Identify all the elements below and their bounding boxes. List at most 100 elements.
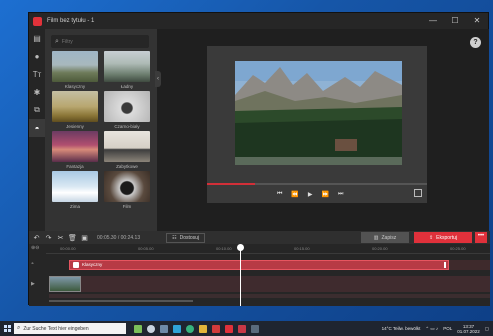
filter-grid: Klasyczny Ładny Jesienny Czarno-biały Fa…	[52, 51, 152, 211]
start-button[interactable]	[0, 321, 14, 336]
filter-tile[interactable]: Klasyczny	[52, 51, 98, 91]
skip-start-button[interactable]: ⏮	[277, 191, 282, 198]
ruler-tick: 00:00.00	[60, 246, 76, 251]
ruler-tick: 00:10.00	[216, 246, 232, 251]
filter-tile[interactable]: Film	[104, 171, 150, 211]
filter-thumbnail	[104, 91, 150, 122]
pinned-apps	[134, 324, 259, 333]
more-options-button[interactable]: •••	[475, 232, 487, 243]
taskbar: ⌕ Zur Suche Text hier eingeben 14°C Teil…	[0, 321, 493, 336]
filter-search[interactable]: ⌕	[51, 35, 149, 48]
timeline-scrollbar[interactable]	[49, 300, 193, 302]
redo-icon[interactable]: ↷	[44, 234, 53, 242]
tray-icons[interactable]: ⌃ ▭ ♪	[425, 326, 438, 332]
weather-text[interactable]: 14°C Teilw. bewölkt	[382, 326, 421, 331]
filter-tile[interactable]: Fantazja	[52, 131, 98, 171]
app-icon[interactable]	[251, 324, 259, 333]
help-button[interactable]: ?	[470, 37, 481, 48]
filter-label: Ładny	[120, 84, 134, 89]
time-ruler[interactable]: 00:00.00 00:05.00 00:10.00 00:15.00 00:2…	[46, 244, 490, 254]
filter-thumbnail	[104, 131, 150, 162]
filter-track-clip[interactable]: Klasyczny	[69, 260, 449, 270]
tool-rail: ▤ ● Tт ✱ ⧉ ◓	[29, 29, 45, 231]
app-icon[interactable]	[212, 324, 220, 333]
app-icon[interactable]	[238, 324, 246, 333]
sliders-icon: ☷	[172, 234, 177, 241]
transitions-icon[interactable]: ⧉	[29, 101, 45, 119]
search-icon: ⌕	[17, 325, 21, 331]
filter-label: Zima	[70, 204, 80, 209]
maximize-button[interactable]: ☐	[444, 13, 466, 29]
language-indicator[interactable]: POL	[443, 326, 452, 331]
playback-progress[interactable]	[207, 183, 427, 185]
cortana-icon[interactable]	[147, 324, 155, 333]
audio-track	[49, 294, 490, 298]
timeline: ⊕⊖ ◓ ▶ 00:00.00 00:05.00 00:10.00 00:15.…	[29, 244, 490, 306]
filter-label: Klasyczny	[64, 84, 86, 89]
video-editor-taskbar-icon[interactable]	[225, 324, 233, 333]
save-button[interactable]: ▥ Zapisz	[361, 232, 409, 243]
filter-label: Czarno-biały	[114, 124, 140, 129]
media-icon[interactable]: ▤	[29, 29, 45, 47]
filter-label: Zabytkowe	[116, 164, 138, 169]
undo-icon[interactable]: ↶	[32, 234, 41, 242]
taskbar-search[interactable]: ⌕ Zur Suche Text hier eingeben	[14, 323, 126, 334]
export-button[interactable]: ⇪ Eksportuj	[414, 232, 472, 243]
trim-handle[interactable]	[444, 262, 446, 268]
video-clip-thumbnail[interactable]	[49, 276, 81, 292]
clock[interactable]: 13:37 01.07.2022	[457, 324, 480, 334]
filter-thumbnail	[104, 51, 150, 82]
system-tray: 14°C Teilw. bewölkt ⌃ ▭ ♪ POL 13:37 01.0…	[382, 321, 489, 336]
edge-icon[interactable]	[186, 324, 194, 333]
collapse-panel-button[interactable]: ‹	[155, 71, 161, 87]
save-icon: ▥	[373, 234, 379, 241]
adjust-button[interactable]: ☷ Dostosuj	[166, 232, 206, 243]
zoom-icon[interactable]: ⊕⊖	[31, 245, 39, 251]
task-view-icon[interactable]	[160, 324, 168, 333]
fullscreen-icon[interactable]	[414, 189, 422, 197]
close-button[interactable]: ✕	[466, 13, 488, 29]
filter-label: Jesienny	[66, 124, 84, 129]
filter-thumbnail	[52, 131, 98, 162]
filter-tile[interactable]: Zima	[52, 171, 98, 211]
filter-label: Film	[122, 204, 132, 209]
skip-end-button[interactable]: ⏭	[338, 191, 343, 198]
ruler-tick: 00:20.00	[372, 246, 388, 251]
editor-window: Film bez tytułu - 1 — ☐ ✕ ▤ ● Tт ✱ ⧉ ◓ ⌕…	[28, 12, 490, 306]
filter-label: Fantazja	[66, 164, 84, 169]
player-controls: ⏮ ⏪ ▶ ⏩ ⏭	[277, 191, 343, 198]
delete-icon[interactable]: 🗑	[68, 234, 77, 242]
filter-tile[interactable]: Zabytkowe	[104, 131, 150, 171]
preview-frame	[235, 61, 402, 165]
properties-icon[interactable]: ▣	[80, 234, 89, 242]
ruler-tick: 00:05.00	[138, 246, 154, 251]
store-icon[interactable]	[173, 324, 181, 333]
minimize-button[interactable]: —	[422, 13, 444, 29]
filter-tile[interactable]: Czarno-biały	[104, 91, 150, 131]
save-label: Zapisz	[381, 234, 397, 241]
forward-button[interactable]: ⏩	[322, 191, 329, 198]
filters-icon[interactable]: ◓	[29, 119, 45, 137]
filter-badge-icon	[73, 262, 79, 268]
text-icon[interactable]: Tт	[29, 65, 45, 83]
circle-icon[interactable]: ●	[29, 47, 45, 65]
edit-toolbar: ↶ ↷ ✂ 🗑 ▣ 00:05.30 / 00:24.13 ☷ Dostosuj…	[29, 231, 490, 244]
filter-tile[interactable]: Jesienny	[52, 91, 98, 131]
filter-tile[interactable]: Ładny	[104, 51, 150, 91]
notifications-icon[interactable]: ▢	[485, 326, 489, 332]
filter-search-input[interactable]	[61, 38, 142, 45]
split-icon[interactable]: ✂	[56, 234, 65, 242]
pinned-app-icon[interactable]	[134, 324, 142, 333]
preview-stage: ? ⏮ ⏪ ▶ ⏩ ⏭	[157, 29, 489, 231]
filter-thumbnail	[52, 91, 98, 122]
filter-thumbnail	[104, 171, 150, 202]
playhead-knob[interactable]	[237, 244, 244, 251]
play-button[interactable]: ▶	[308, 191, 313, 198]
ruler-tick: 00:25.00	[450, 246, 466, 251]
effects-icon[interactable]: ✱	[29, 83, 45, 101]
timecode: 00:05.30 / 00:24.13	[97, 234, 141, 241]
title-bar: Film bez tytułu - 1 — ☐ ✕	[29, 13, 488, 29]
rewind-button[interactable]: ⏪	[291, 191, 298, 198]
explorer-icon[interactable]	[199, 324, 207, 333]
playhead[interactable]	[240, 248, 241, 306]
